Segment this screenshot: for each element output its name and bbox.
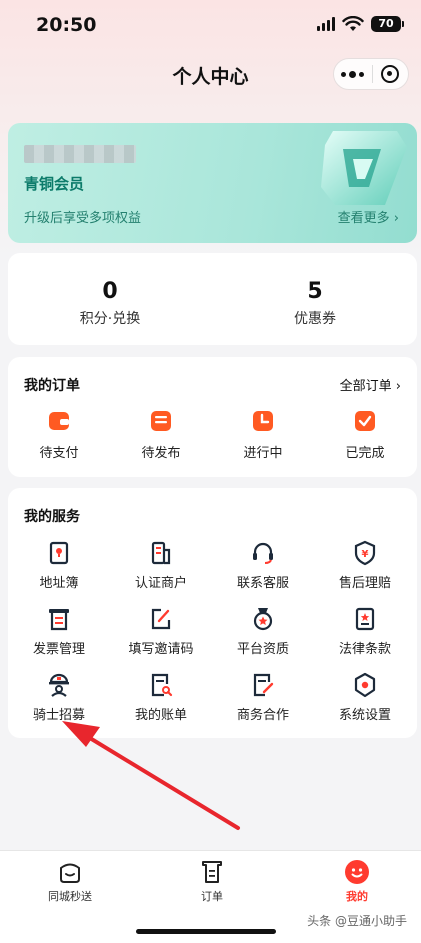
edit-icon [151, 608, 171, 630]
order-label: 进行中 [243, 446, 283, 461]
service-address-book[interactable]: 地址簿 [8, 540, 110, 606]
coupon-stat[interactable]: 5 优惠券 [213, 279, 417, 328]
service-label: 平台资质 [236, 642, 289, 657]
tab-mine[interactable]: 我的 [287, 859, 421, 904]
service-legal-terms[interactable]: 法律条款 [314, 606, 416, 672]
list-icon [151, 411, 171, 431]
bill-search-icon [151, 673, 173, 697]
service-after-sales[interactable]: ¥ 售后理赔 [314, 540, 416, 606]
svg-text:¥: ¥ [362, 549, 369, 560]
service-label: 地址簿 [39, 576, 79, 591]
order-label: 待支付 [39, 446, 79, 461]
settings-icon [354, 672, 376, 698]
points-label: 积分·兑换 [79, 311, 141, 327]
blurred-username [24, 145, 136, 163]
home-bag-icon [60, 863, 80, 883]
check-icon [355, 411, 375, 431]
service-label: 售后理赔 [338, 576, 391, 591]
points-value: 0 [102, 279, 118, 304]
profile-icon [345, 860, 369, 884]
service-invoice[interactable]: 发票管理 [8, 606, 110, 672]
services-title: 我的服务 [24, 509, 80, 525]
wifi-icon [342, 16, 364, 31]
service-label: 法律条款 [338, 642, 391, 657]
services-grid: 地址簿 认证商户 联系客服 ¥ 售后理赔 发票管理 填写邀请码 平台资质 法律条… [8, 540, 417, 738]
signal-icon [317, 17, 335, 31]
member-badge-icon [321, 131, 407, 205]
status-icons: 70 [317, 16, 404, 32]
service-system-settings[interactable]: 系统设置 [314, 672, 416, 738]
service-label: 填写邀请码 [128, 642, 194, 657]
law-doc-icon [355, 607, 375, 631]
all-orders-link[interactable]: 全部订单 › [340, 375, 401, 394]
order-in-progress[interactable]: 进行中 [212, 409, 314, 461]
orders-title: 我的订单 [24, 378, 80, 394]
coupon-value: 5 [307, 279, 323, 304]
service-invite-code[interactable]: 填写邀请码 [110, 606, 212, 672]
order-completed[interactable]: 已完成 [314, 409, 416, 461]
member-card[interactable]: 青铜会员 升级后享受多项权益 查看更多 › [8, 123, 417, 243]
order-label: 已完成 [345, 446, 385, 461]
wallet-icon [49, 412, 69, 430]
order-pending-publish[interactable]: 待发布 [110, 409, 212, 461]
points-stat[interactable]: 0 积分·兑换 [8, 279, 212, 328]
service-label: 骑士招募 [32, 708, 85, 723]
order-icon [202, 861, 222, 883]
more-icon[interactable] [334, 59, 372, 89]
points-card: 0 积分·兑换 5 优惠券 [8, 253, 417, 345]
status-bar: 20:50 70 [0, 0, 421, 52]
service-merchant[interactable]: 认证商户 [110, 540, 212, 606]
service-customer-support[interactable]: 联系客服 [212, 540, 314, 606]
rider-icon [49, 673, 69, 697]
invoice-icon [49, 609, 69, 631]
watermark: 头条 @豆通小助手 [307, 914, 407, 928]
service-business-cooperation[interactable]: 商务合作 [212, 672, 314, 738]
services-card: 我的服务 地址簿 认证商户 联系客服 ¥ 售后理赔 发票管理 填写邀请码 平台资… [8, 488, 417, 738]
mini-program-capsule [333, 58, 409, 90]
service-label: 商务合作 [236, 708, 289, 723]
orders-card: 我的订单 全部订单 › 待支付 待发布 进行中 已完成 [8, 357, 417, 477]
shield-yen-icon: ¥ [354, 540, 376, 566]
service-label: 我的账单 [134, 708, 187, 723]
service-my-bill[interactable]: 我的账单 [110, 672, 212, 738]
clock-icon [253, 411, 273, 431]
service-label: 系统设置 [338, 708, 391, 723]
service-qualification[interactable]: 平台资质 [212, 606, 314, 672]
battery-icon: 70 [371, 16, 404, 32]
status-time: 20:50 [36, 14, 97, 36]
nav-bar: 个人中心 [0, 52, 421, 98]
tab-same-city-delivery[interactable]: 同城秒送 [0, 859, 140, 904]
home-indicator [136, 929, 276, 934]
order-label: 待发布 [141, 446, 181, 461]
service-label: 联系客服 [236, 576, 289, 591]
tab-label: 我的 [346, 890, 368, 903]
tab-label: 同城秒送 [48, 890, 92, 903]
member-level: 青铜会员 [24, 175, 85, 193]
tab-orders[interactable]: 订单 [142, 859, 282, 904]
member-benefit-text: 升级后享受多项权益 [24, 211, 142, 226]
doc-edit-icon [253, 673, 274, 697]
service-rider-recruitment[interactable]: 骑士招募 [8, 672, 110, 738]
order-pending-payment[interactable]: 待支付 [8, 409, 110, 461]
merchant-icon [151, 541, 171, 565]
order-status-row: 待支付 待发布 进行中 已完成 [8, 409, 417, 461]
tab-label: 订单 [201, 890, 223, 903]
close-icon[interactable] [372, 59, 408, 89]
headset-icon [253, 542, 273, 564]
service-label: 认证商户 [134, 576, 187, 591]
coupon-label: 优惠券 [294, 311, 336, 327]
medal-icon [253, 608, 273, 631]
address-book-icon [49, 541, 69, 565]
service-label: 发票管理 [32, 642, 85, 657]
